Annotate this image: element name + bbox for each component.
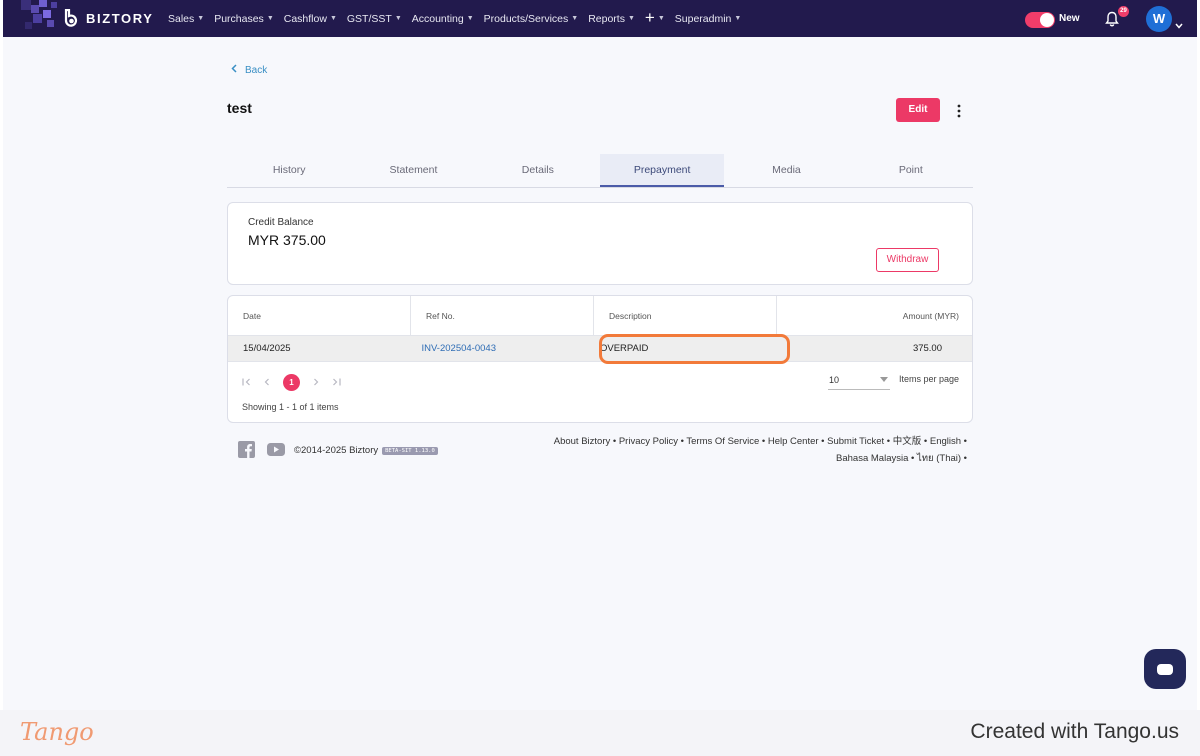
brand-name: BIZTORY [86,10,154,26]
chevron-down-icon: ▼ [657,15,665,22]
tab-prepayment[interactable]: Prepayment [599,154,725,187]
tango-watermark-bar: Tango Created with Tango.us [0,710,1200,756]
menu-accounting[interactable]: Accounting ▼ [412,13,474,25]
notification-badge: 29 [1118,6,1129,17]
withdraw-button[interactable]: Withdraw [876,248,939,272]
chat-support-button[interactable] [1144,649,1186,689]
brand-mosaic-decoration [3,0,63,37]
chevron-down-icon: ▼ [571,15,579,22]
menu-accounting-label: Accounting [411,12,464,25]
column-header-date[interactable]: Date [228,296,411,335]
first-page-icon[interactable] [242,378,251,388]
top-navbar: BIZTORY Sales ▼ Purchases ▼ Cashflow ▼ GST/… [3,0,1197,37]
social-links [238,441,285,463]
biztory-logo[interactable]: BIZTORY [63,8,154,27]
credit-balance-card: Credit Balance MYR 375.00 Withdraw [227,202,973,285]
chevron-left-icon [231,64,237,76]
items-per-page-select[interactable]: 10 [828,372,890,390]
menu-quick-add[interactable]: + ▼ [644,8,665,27]
tab-media[interactable]: Media [724,154,848,187]
biztory-logo-icon [63,8,81,27]
last-page-icon[interactable] [332,378,341,388]
menu-gst-sst-label: GST/SST [346,12,392,25]
facebook-icon[interactable] [238,441,255,463]
menu-reports[interactable]: Reports ▼ [588,13,635,25]
cell-date: 15/04/2025 [243,343,291,354]
table-header: Date Ref No. Description Amount (MYR) [228,296,972,336]
pagination: 1 [242,374,341,391]
chevron-down-icon: ▼ [466,15,474,22]
footer-links-line-2[interactable]: Bahasa Malaysia • ไทย (Thai) • [523,450,967,467]
chevron-down-icon: ▼ [329,15,337,22]
items-count-text: Showing 1 - 1 of 1 items [242,402,339,412]
page-title: test [227,100,252,116]
page-number-current[interactable]: 1 [283,374,300,391]
items-per-page-label: Items per page [899,374,960,384]
menu-superadmin-label: Superadmin [674,12,732,25]
next-page-icon[interactable] [313,378,319,388]
plus-icon: + [644,8,655,27]
new-ui-toggle[interactable] [1025,12,1055,28]
bell-icon[interactable] [1105,11,1119,27]
edit-button[interactable]: Edit [896,98,940,122]
chevron-down-icon: ▼ [734,15,742,22]
tab-point[interactable]: Point [849,154,973,187]
back-label: Back [245,64,268,76]
column-header-amount[interactable]: Amount (MYR) [777,296,972,335]
chevron-down-icon: ▼ [197,15,205,22]
chevron-down-icon: ▼ [266,15,274,22]
version-badge: BETA-SIT 1.13.0 [382,446,438,455]
cell-amount: 375.00 [912,343,942,354]
items-per-page-value: 10 [829,375,840,385]
tango-logo: Tango [20,718,94,746]
more-options-icon[interactable] [954,104,964,118]
copyright: ©2014-2025 Biztory BETA-SIT 1.13.0 [294,445,438,456]
credit-balance-label: Credit Balance [248,217,314,228]
tab-statement[interactable]: Statement [351,154,475,187]
back-link[interactable]: Back [231,64,267,76]
menu-products-services-label: Products/Services [483,12,569,25]
tab-history[interactable]: History [227,154,351,187]
menu-purchases[interactable]: Purchases ▼ [214,13,274,25]
menu-cashflow-label: Cashflow [283,12,327,25]
prepayment-table-card: Date Ref No. Description Amount (MYR) 15… [227,295,973,423]
menu-reports-label: Reports [588,12,625,25]
chevron-down-icon[interactable] [1175,16,1183,29]
new-ui-toggle-label: New [1059,13,1080,24]
main-menu: Sales ▼ Purchases ▼ Cashflow ▼ GST/SST ▼ Acc… [168,0,741,37]
chevron-down-icon: ▼ [394,15,402,22]
user-avatar[interactable]: W [1146,6,1172,32]
menu-sales-label: Sales [168,12,195,25]
description-highlight-annotation [599,334,790,364]
menu-cashflow[interactable]: Cashflow ▼ [284,13,337,25]
prev-page-icon[interactable] [264,378,270,388]
chevron-down-icon: ▼ [627,15,635,22]
youtube-icon[interactable] [267,443,285,461]
menu-sales[interactable]: Sales ▼ [168,13,204,25]
menu-superadmin[interactable]: Superadmin ▼ [675,13,742,25]
customer-tabs: History Statement Details Prepayment Med… [227,154,973,188]
cell-ref-link[interactable]: INV-202504-0043 [407,336,586,361]
menu-purchases-label: Purchases [214,12,264,25]
tango-credit-text: Created with Tango.us [970,720,1179,743]
navbar-right: New 29 W [997,0,1197,37]
copyright-text: ©2014-2025 Biztory [294,445,379,456]
column-header-description[interactable]: Description [594,296,777,335]
column-header-ref-no[interactable]: Ref No. [411,296,594,335]
footer-links: About Biztory • Privacy Policy • Terms O… [523,433,967,467]
tab-details[interactable]: Details [476,154,600,187]
app-window: BIZTORY Sales ▼ Purchases ▼ Cashflow ▼ GST/… [3,0,1197,710]
menu-products-services[interactable]: Products/Services ▼ [484,13,579,25]
footer-links-line-1[interactable]: About Biztory • Privacy Policy • Terms O… [523,433,967,450]
menu-gst-sst[interactable]: GST/SST ▼ [347,13,402,25]
credit-balance-value: MYR 375.00 [248,232,326,248]
dropdown-arrow-icon [880,377,888,382]
